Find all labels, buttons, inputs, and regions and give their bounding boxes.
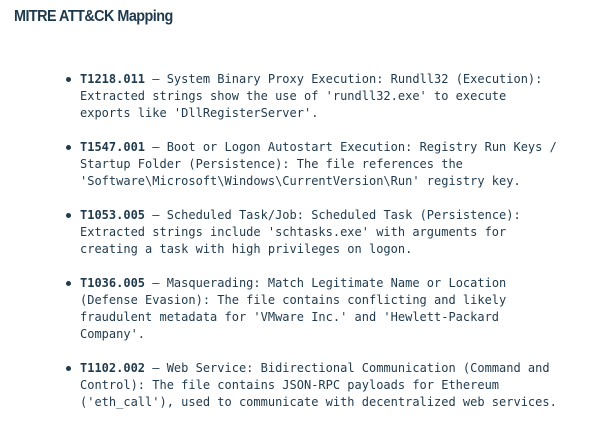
technique-line: — Scheduled Task/Job: Scheduled Task (Pe… [145, 208, 521, 222]
technique-line: Company'. [80, 327, 146, 341]
technique-item: T1547.001 — Boot or Logon Autostart Exec… [64, 139, 557, 190]
technique-line: exports like 'DllRegisterServer'. [80, 106, 319, 120]
technique-line: — System Binary Proxy Execution: Rundll3… [145, 72, 543, 86]
technique-line: creating a task with high privileges on … [80, 242, 413, 256]
technique-line: ('eth_call'), used to communicate with d… [80, 395, 557, 409]
technique-id: T1036.005 [80, 276, 146, 290]
technique-line: 'Software\Microsoft\Windows\CurrentVersi… [80, 174, 521, 188]
technique-line: — Boot or Logon Autostart Execution: Reg… [145, 140, 557, 154]
technique-line: — Web Service: Bidirectional Communicati… [145, 361, 550, 375]
technique-line: Control): The file contains JSON-RPC pay… [80, 378, 500, 392]
technique-line: fraudulent metadata for 'VMware Inc.' an… [80, 310, 500, 324]
technique-item: T1218.011 — System Binary Proxy Executio… [64, 71, 557, 122]
technique-line: (Defense Evasion): The file contains con… [80, 293, 507, 307]
technique-id: T1547.001 [80, 140, 146, 154]
technique-item: T1036.005 — Masquerading: Match Legitima… [64, 275, 557, 343]
technique-line: Startup Folder (Persistence): The file r… [80, 157, 463, 171]
technique-item: T1053.005 — Scheduled Task/Job: Schedule… [64, 207, 557, 258]
technique-id: T1102.002 [80, 361, 146, 375]
technique-line: — Masquerading: Match Legitimate Name or… [145, 276, 507, 290]
technique-id: T1053.005 [80, 208, 146, 222]
section-heading: MITRE ATT&CK Mapping [14, 8, 173, 25]
technique-line: Extracted strings show the use of 'rundl… [80, 89, 507, 103]
technique-list: T1218.011 — System Binary Proxy Executio… [64, 71, 557, 428]
technique-id: T1218.011 [80, 72, 146, 86]
technique-item: T1102.002 — Web Service: Bidirectional C… [64, 360, 557, 411]
technique-line: Extracted strings include 'schtasks.exe'… [80, 225, 507, 239]
